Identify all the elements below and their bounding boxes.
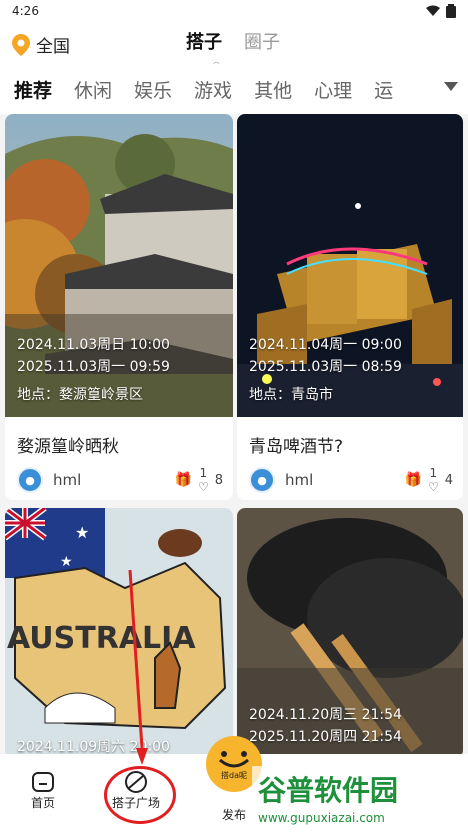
- smile-logo-icon: [219, 750, 249, 767]
- publish-logo-text: 搭da呢: [221, 770, 247, 780]
- nav-publish[interactable]: 发布: [222, 806, 246, 823]
- wifi-icon: [426, 5, 440, 16]
- status-icons: [426, 4, 456, 18]
- location-selector[interactable]: 全国: [12, 32, 70, 57]
- like-count: 8: [214, 472, 223, 488]
- card-stats: 🎁 1 ♡ 4: [405, 466, 453, 494]
- location-pin-icon: [12, 33, 30, 56]
- activity-card[interactable]: 2024.11.03周日 10:00 2025.11.03周一 09:59 地点…: [5, 114, 233, 500]
- category-tab[interactable]: 休闲: [74, 76, 112, 103]
- card-footer: ● hml 🎁 1 ♡ 4: [249, 466, 453, 494]
- gift-icon[interactable]: 🎁: [405, 472, 422, 488]
- nav-publish-label: 发布: [222, 808, 247, 822]
- author-name: hml: [53, 471, 82, 489]
- activity-card[interactable]: 2024.11.04周一 09:00 2025.11.03周一 08:59 地点…: [237, 114, 463, 500]
- avatar[interactable]: ●: [17, 467, 43, 493]
- card-image: ★ ★ AUSTRALIA: [5, 508, 233, 758]
- home-icon: [32, 772, 54, 792]
- top-tabs: 搭子 圈子: [186, 28, 280, 54]
- card-date-end: 2025.11.03周一 09:59: [17, 359, 170, 375]
- category-tab[interactable]: 推荐: [14, 76, 52, 103]
- svg-text:★: ★: [60, 554, 73, 570]
- heart-icon[interactable]: ♡: [428, 480, 439, 494]
- gift-icon[interactable]: 🎁: [175, 472, 192, 488]
- category-tab[interactable]: 游戏: [194, 76, 232, 103]
- tab-dazi[interactable]: 搭子: [186, 28, 222, 54]
- coin-value: 1: [429, 466, 438, 480]
- nav-home-label: 首页: [30, 796, 55, 810]
- app-root: 4:26 全国 搭子 圈子 ○ 推荐 休闲 娱乐 游戏 其他 心理 运: [0, 0, 468, 833]
- expand-categories-icon[interactable]: [444, 82, 458, 91]
- category-tab[interactable]: 心理: [314, 76, 352, 103]
- card-stats: 🎁 1 ♡ 8: [175, 466, 223, 494]
- category-tab[interactable]: 娱乐: [134, 76, 172, 103]
- heart-icon[interactable]: ♡: [198, 480, 209, 494]
- watermark-text-main: 谷普软件园: [258, 774, 398, 807]
- card-date-start: 2024.11.03周日 10:00: [17, 337, 170, 353]
- coin-count: 1 ♡: [428, 466, 439, 494]
- highlight-annotation: [104, 766, 176, 824]
- status-bar: 4:26: [0, 0, 468, 22]
- avatar[interactable]: ●: [249, 467, 275, 493]
- activity-card[interactable]: ★ ★ AUSTRALIA 2024.11.09周六 20:00: [5, 508, 233, 758]
- like-count: 4: [444, 472, 453, 488]
- status-time: 4:26: [12, 4, 39, 18]
- svg-text:★: ★: [75, 523, 89, 542]
- coin-count: 1 ♡: [198, 466, 209, 494]
- card-title: 青岛啤酒节?: [249, 437, 344, 457]
- card-date-end: 2025.11.20周四 21:54: [249, 729, 402, 745]
- card-footer: ● hml 🎁 1 ♡ 8: [17, 466, 223, 494]
- top-bar: 全国 搭子 圈子 ○: [0, 22, 468, 69]
- coin-value: 1: [199, 466, 208, 480]
- category-tab[interactable]: 运: [374, 76, 393, 103]
- tab-quanzi[interactable]: 圈子: [244, 28, 280, 54]
- card-date-end: 2025.11.03周一 08:59: [249, 359, 402, 375]
- card-date-start: 2024.11.20周三 21:54: [249, 707, 402, 723]
- watermark-logo: 谷普软件园 www.gupuxiazai.com: [252, 766, 464, 828]
- activity-card[interactable]: 2024.11.20周三 21:54 2025.11.20周四 21:54: [237, 508, 463, 758]
- category-bar: 推荐 休闲 娱乐 游戏 其他 心理 运: [0, 64, 468, 114]
- category-tab[interactable]: 其他: [254, 76, 292, 103]
- author-name: hml: [285, 471, 314, 489]
- location-label: 全国: [36, 37, 70, 57]
- nav-home[interactable]: 首页: [30, 770, 56, 811]
- watermark-text-url: www.gupuxiazai.com: [258, 811, 385, 825]
- card-date-start: 2024.11.04周一 09:00: [249, 337, 402, 353]
- card-title: 婺源篁岭晒秋: [17, 437, 119, 457]
- card-location: 地点：青岛市: [249, 387, 333, 403]
- battery-icon: [446, 4, 456, 18]
- card-location: 地点：婺源篁岭景区: [17, 387, 143, 403]
